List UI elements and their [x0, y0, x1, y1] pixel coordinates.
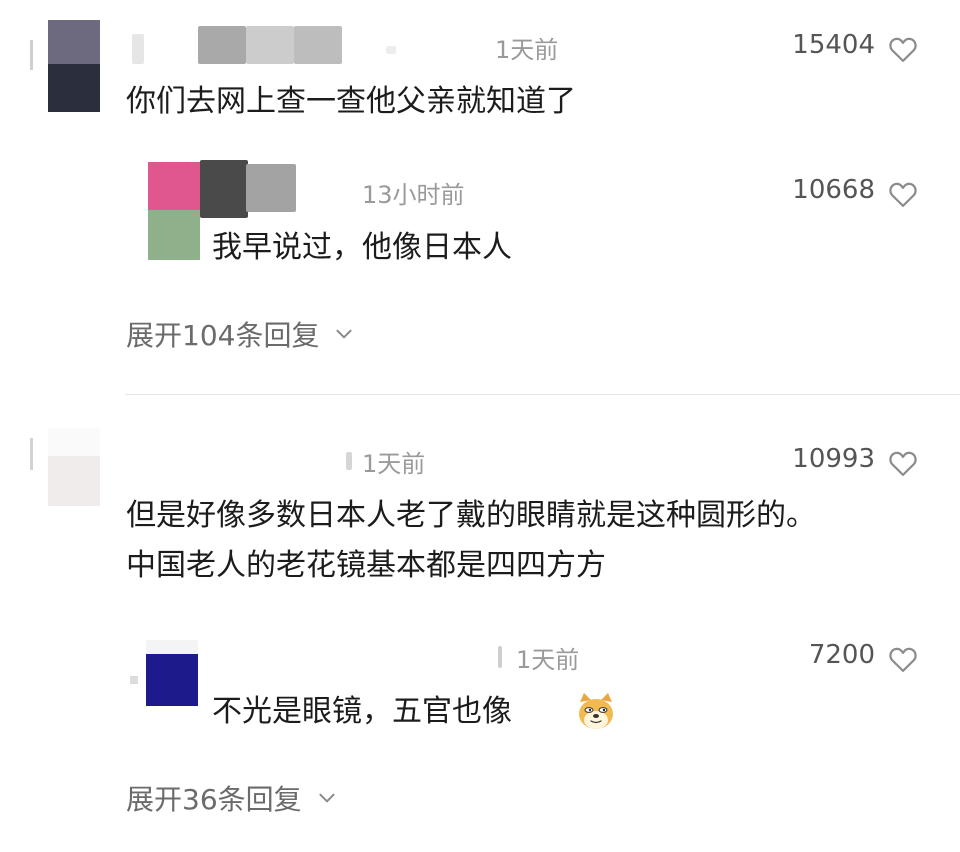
reply-time: 13小时前	[362, 181, 465, 209]
chevron-down-icon	[336, 329, 353, 339]
expand-replies-button[interactable]: 展开104条回复	[126, 314, 355, 354]
avatar[interactable]	[148, 162, 200, 260]
heart-outline-icon[interactable]	[888, 645, 918, 673]
divider	[125, 394, 960, 395]
comment-time: 1天前	[495, 36, 559, 64]
comment-text-line: 但是好像多数日本人老了戴的眼睛就是这种圆形的。	[126, 498, 816, 533]
doge-emoji	[579, 693, 613, 729]
chevron-down-icon	[319, 793, 335, 803]
like-count: 10993	[792, 444, 875, 474]
comment-text-line: 中国老人的老花镜基本都是四四方方	[126, 548, 606, 583]
expand-label: 展开36条回复	[126, 783, 302, 816]
comment-text: 你们去网上查一查他父亲就知道了	[126, 84, 576, 119]
reply-text: 我早说过，他像日本人	[212, 230, 512, 265]
expand-replies-button[interactable]: 展开36条回复	[126, 778, 338, 818]
reply-time: 1天前	[516, 646, 580, 674]
like-count: 7200	[808, 640, 875, 670]
reply-text: 不光是眼镜，五官也像	[212, 694, 512, 729]
avatar[interactable]	[48, 20, 100, 112]
heart-outline-icon[interactable]	[888, 180, 918, 208]
like-count: 15404	[792, 30, 875, 60]
like-count: 10668	[792, 175, 875, 205]
comment-time: 1天前	[362, 450, 426, 478]
expand-label: 展开104条回复	[126, 319, 320, 352]
avatar[interactable]	[146, 640, 198, 706]
heart-outline-icon[interactable]	[888, 35, 918, 63]
heart-outline-icon[interactable]	[888, 449, 918, 477]
avatar[interactable]	[48, 428, 100, 506]
